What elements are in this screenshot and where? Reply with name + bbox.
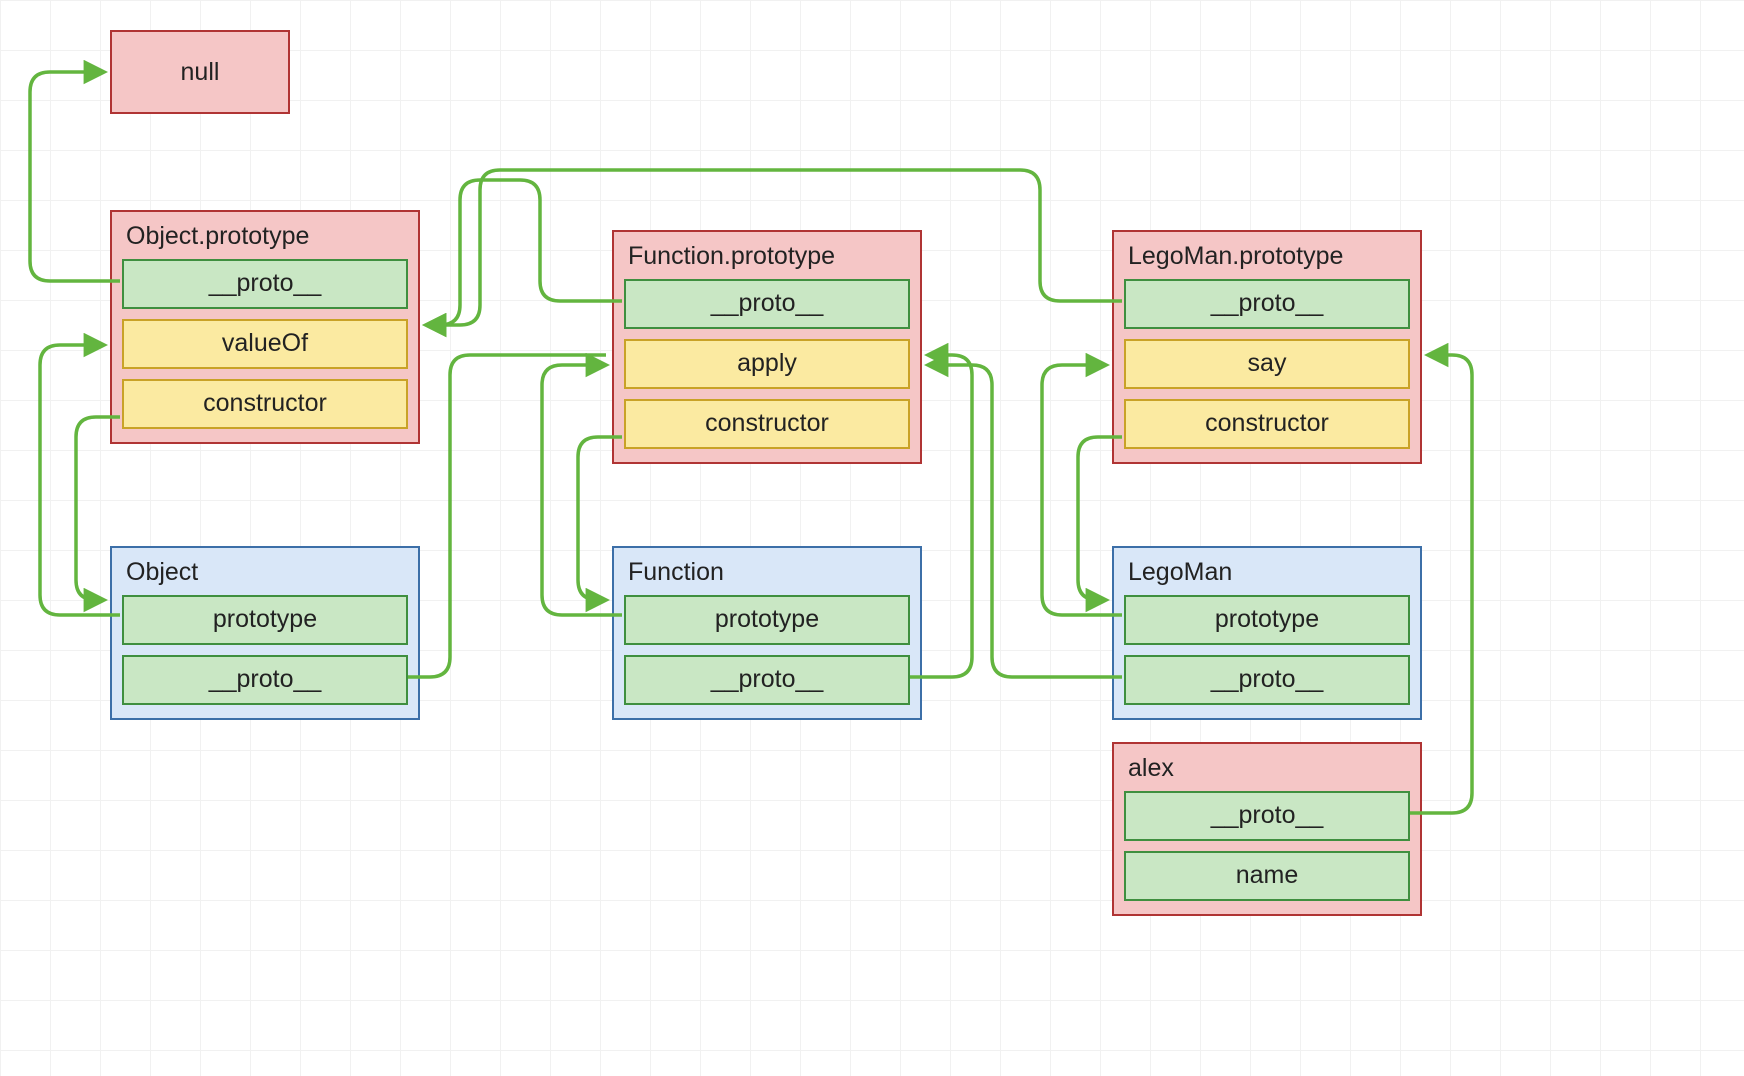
diagram-canvas: null Object.prototype __proto__ valueOf … bbox=[0, 0, 1744, 1076]
node-object-ctor: Object prototype __proto__ bbox=[110, 546, 420, 720]
slot-object-prototype-valueof: valueOf bbox=[122, 319, 408, 369]
arrow-object-proto-to-funcproto bbox=[408, 355, 606, 677]
arrow-function-prototype-to-funcproto bbox=[542, 365, 622, 615]
slot-function-prototype-apply: apply bbox=[624, 339, 910, 389]
arrow-funcproto-to-objproto bbox=[426, 180, 622, 325]
title-object-ctor: Object bbox=[122, 556, 408, 595]
node-function-ctor: Function prototype __proto__ bbox=[612, 546, 922, 720]
slot-alex-name: name bbox=[1124, 851, 1410, 901]
arrow-layer bbox=[0, 0, 1744, 1076]
slot-function-prototype-proto: __proto__ bbox=[624, 279, 910, 329]
slot-alex-proto: __proto__ bbox=[1124, 791, 1410, 841]
arrow-objproto-to-null bbox=[30, 72, 120, 281]
slot-legoman-prototype-say: say bbox=[1124, 339, 1410, 389]
slot-legoman-ctor-proto: __proto__ bbox=[1124, 655, 1410, 705]
slot-legoman-prototype-proto: __proto__ bbox=[1124, 279, 1410, 329]
arrow-legoman-proto-to-funcproto bbox=[928, 365, 1122, 677]
node-alex: alex __proto__ name bbox=[1112, 742, 1422, 916]
arrow-legoman-prototype-to-legoproto bbox=[1042, 365, 1122, 615]
node-function-prototype: Function.prototype __proto__ apply const… bbox=[612, 230, 922, 464]
arrow-object-prototype-to-funcproto bbox=[40, 345, 120, 615]
title-object-prototype: Object.prototype bbox=[122, 220, 408, 259]
slot-object-prototype-proto: __proto__ bbox=[122, 259, 408, 309]
slot-function-prototype-constructor: constructor bbox=[624, 399, 910, 449]
slot-object-prototype-constructor: constructor bbox=[122, 379, 408, 429]
node-legoman-ctor: LegoMan prototype __proto__ bbox=[1112, 546, 1422, 720]
node-null: null bbox=[110, 30, 290, 114]
title-legoman-ctor: LegoMan bbox=[1124, 556, 1410, 595]
slot-function-ctor-prototype: prototype bbox=[624, 595, 910, 645]
null-label: null bbox=[181, 58, 220, 87]
slot-legoman-ctor-prototype: prototype bbox=[1124, 595, 1410, 645]
slot-object-ctor-prototype: prototype bbox=[122, 595, 408, 645]
title-legoman-prototype: LegoMan.prototype bbox=[1124, 240, 1410, 279]
node-legoman-prototype: LegoMan.prototype __proto__ say construc… bbox=[1112, 230, 1422, 464]
slot-legoman-prototype-constructor: constructor bbox=[1124, 399, 1410, 449]
title-function-prototype: Function.prototype bbox=[624, 240, 910, 279]
title-function-ctor: Function bbox=[624, 556, 910, 595]
node-object-prototype: Object.prototype __proto__ valueOf const… bbox=[110, 210, 420, 444]
slot-object-ctor-proto: __proto__ bbox=[122, 655, 408, 705]
title-alex: alex bbox=[1124, 752, 1410, 791]
slot-function-ctor-proto: __proto__ bbox=[624, 655, 910, 705]
